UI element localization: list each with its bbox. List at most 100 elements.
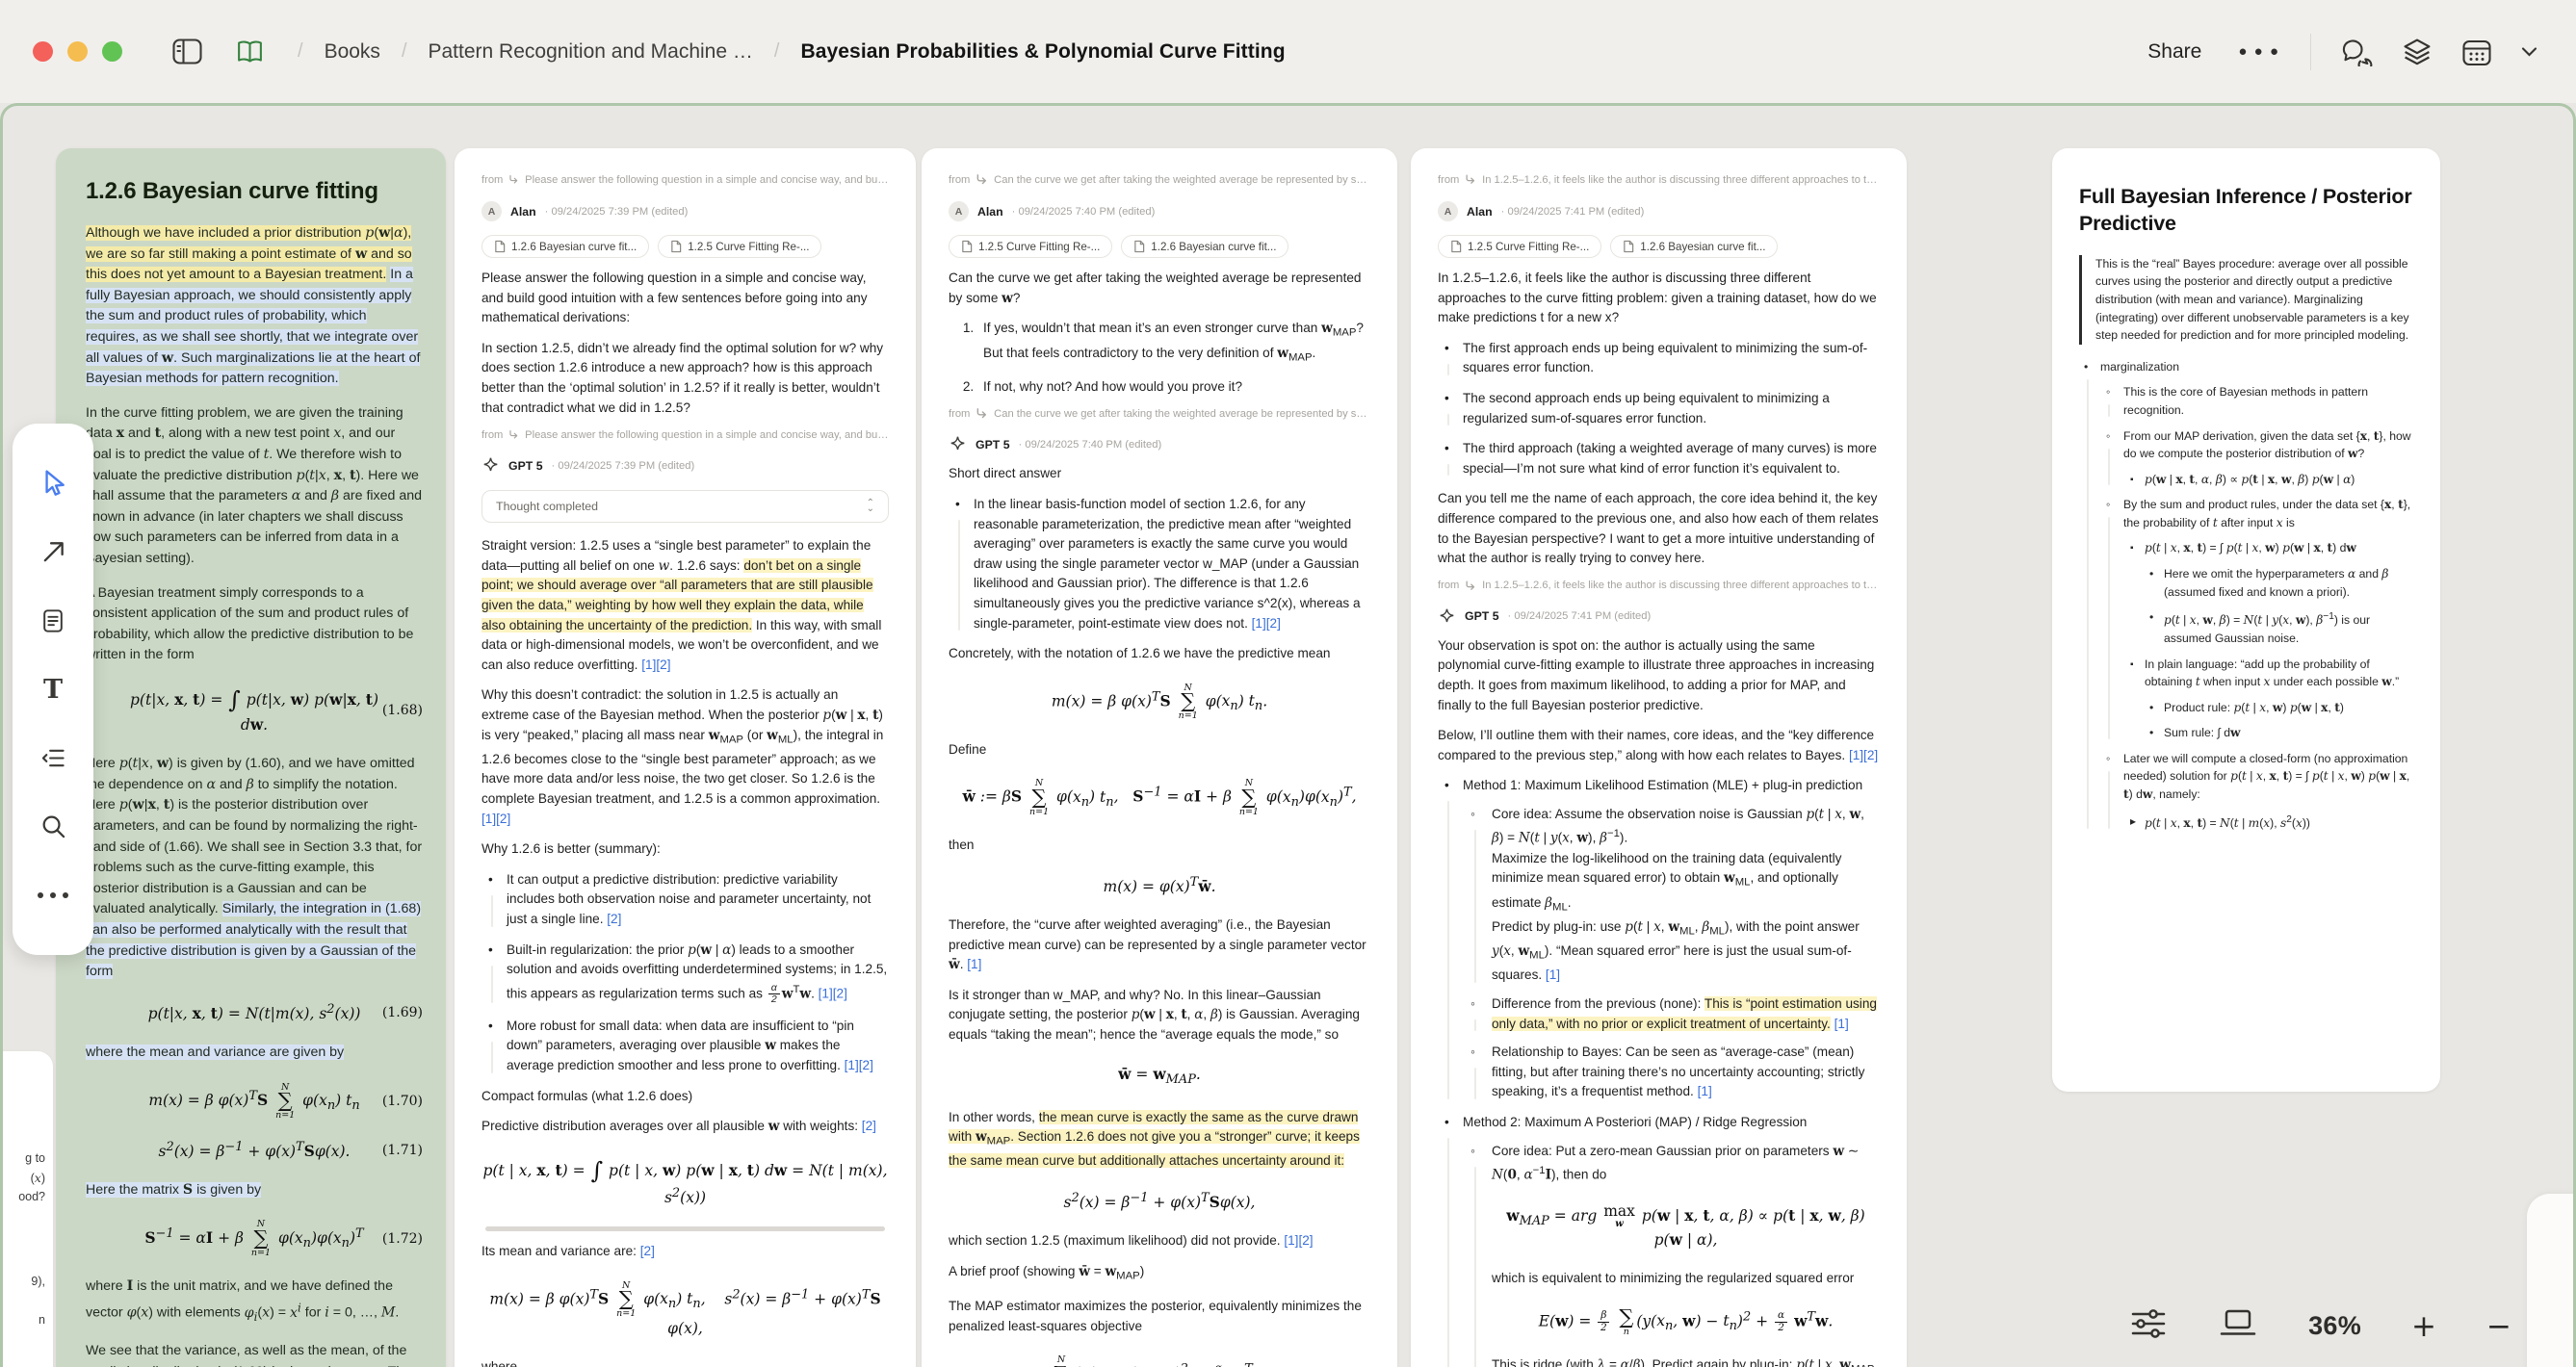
math-symbol: ∑ (275, 1083, 295, 1121)
message-header: A Alan · 09/24/2025 7:41 PM (edited) (1438, 201, 1880, 221)
list-item: From our MAP derivation, given the data … (2100, 427, 2413, 489)
math-symbol (1598, 1310, 1609, 1333)
thread-source-line[interactable]: from Please answer the following questio… (481, 428, 889, 441)
thread-source-line[interactable]: from Can the curve we get after taking t… (949, 407, 1370, 420)
citation-link[interactable]: [1] (1834, 1017, 1849, 1031)
display-settings-icon[interactable] (2129, 1306, 2168, 1346)
citation-link[interactable]: [2] (862, 1119, 876, 1133)
citation-link[interactable]: [1][2] (1849, 748, 1878, 762)
document-icon (494, 240, 506, 253)
branch-arrow-icon (508, 173, 519, 186)
chevron-down-icon[interactable] (2521, 46, 2537, 58)
note-tool-icon[interactable] (31, 599, 75, 643)
assistant-paragraph: Define (949, 740, 1370, 761)
more-options-icon[interactable]: ● ● ● (2238, 43, 2281, 60)
user-message: Can you tell me the name of each approac… (1438, 489, 1880, 568)
author-name: GPT 5 (1465, 609, 1499, 623)
outline-tool-icon[interactable] (31, 735, 75, 780)
doc-section-heading: 1.2.6 Bayesian curve fitting (86, 177, 423, 206)
highlight: Similarly, the integration in (1.68) can… (86, 901, 421, 979)
list-item: If not, why not? And how would you prove… (977, 377, 1370, 398)
note-card[interactable]: Full Bayesian Inference / Posterior Pred… (2052, 148, 2440, 1092)
citation-link[interactable]: [1][2] (1252, 616, 1281, 631)
citation-link[interactable]: [2] (607, 912, 621, 926)
author-name: GPT 5 (508, 459, 543, 473)
thread-source-line[interactable]: from In 1.2.5–1.2.6, it feels like the a… (1438, 173, 1880, 186)
citation-link[interactable]: [1][2] (481, 812, 510, 826)
chat-thread-1[interactable]: from Please answer the following questio… (455, 148, 916, 1367)
citation-link[interactable]: [1][2] (845, 1058, 873, 1072)
list-item: It can output a predictive distribution:… (481, 870, 889, 930)
chat-bubbles-icon[interactable] (2340, 38, 2373, 66)
list-item: The first approach ends up being equival… (1438, 339, 1880, 378)
horizontal-scrollbar[interactable] (485, 1226, 885, 1231)
zoom-level[interactable]: 36% (2308, 1311, 2361, 1341)
zoom-window-button[interactable] (102, 41, 122, 62)
search-tool-icon[interactable] (31, 805, 75, 849)
citation-link[interactable]: [1] (1698, 1084, 1712, 1098)
document-panel[interactable]: 1.2.6 Bayesian curve fitting Although we… (56, 148, 446, 1367)
book-library-icon[interactable] (235, 39, 265, 64)
more-tools-icon[interactable] (31, 873, 75, 917)
arrow-tool-icon[interactable] (31, 530, 75, 575)
context-chip[interactable]: 1.2.5 Curve Fitting Re-... (658, 235, 821, 258)
list-item: Here we omit the hyperparameters α and β… (2145, 565, 2413, 601)
chat-thread-2[interactable]: from Can the curve we get after taking t… (922, 148, 1397, 1367)
thread-source-line[interactable]: from Please answer the following questio… (481, 173, 889, 186)
close-window-button[interactable] (33, 41, 53, 62)
message-timestamp: · 09/24/2025 7:41 PM (edited) (1508, 610, 1652, 622)
citation-link[interactable]: [1][2] (819, 986, 847, 1000)
calendar-icon[interactable] (2461, 38, 2492, 66)
breadcrumb-page-title[interactable]: Bayesian Probabilities & Polynomial Curv… (800, 40, 1285, 64)
select-cursor-tool-icon[interactable] (31, 461, 75, 505)
breadcrumb-separator: / (402, 40, 407, 63)
sidebar-toggle-icon[interactable] (172, 39, 202, 64)
context-chip[interactable]: 1.2.5 Curve Fitting Re-... (1438, 235, 1601, 258)
assistant-paragraph: which section 1.2.5 (maximum likelihood)… (949, 1231, 1370, 1251)
text-tool-icon[interactable]: T (31, 667, 75, 711)
message-timestamp: · 09/24/2025 7:39 PM (edited) (545, 206, 689, 218)
present-device-icon[interactable] (2218, 1306, 2258, 1346)
breadcrumb-books[interactable]: Books (325, 40, 380, 64)
branch-arrow-icon (508, 428, 519, 441)
citation-link[interactable]: [1][2] (1284, 1233, 1313, 1248)
list-item: This is the core of Bayesian methods in … (2100, 383, 2413, 419)
equation: E(w) = ∑(y(xn, w) − tn)2 + wTw. (1492, 1308, 1880, 1336)
breadcrumb-book-title[interactable]: Pattern Recognition and Machine … (429, 40, 753, 64)
list-item: Sum rule: ∫ dw (2145, 724, 2413, 742)
equation: w̄ = wMAP. (949, 1065, 1370, 1089)
equation: p(t | x, x, t) = ∫ p(t | x, w) p(w | x, … (481, 1156, 889, 1207)
zoom-in-icon[interactable]: + (2411, 1309, 2436, 1344)
share-button[interactable]: Share (2147, 40, 2201, 64)
list-item: By the sum and product rules, under the … (2100, 496, 2413, 742)
citation-link[interactable]: [1][2] (641, 658, 670, 672)
context-chip[interactable]: 1.2.6 Bayesian curve fit... (481, 235, 649, 258)
chat-thread-3[interactable]: from In 1.2.5–1.2.6, it feels like the a… (1411, 148, 1907, 1367)
list-item: Built-in regularization: the prior p(w |… (481, 941, 889, 1006)
context-chip[interactable]: 1.2.6 Bayesian curve fit... (1610, 235, 1778, 258)
math-symbol: ∑ (1029, 779, 1049, 816)
highlight: This is “point estimation using only dat… (1492, 996, 1877, 1031)
layers-icon[interactable] (2402, 38, 2433, 66)
context-chip[interactable]: 1.2.6 Bayesian curve fit... (1121, 235, 1288, 258)
thread-source-line[interactable]: from In 1.2.5–1.2.6, it feels like the a… (1438, 580, 1880, 592)
math-symbol: ∫ (590, 1157, 605, 1184)
thread-source-line[interactable]: from Can the curve we get after taking t… (949, 173, 1370, 186)
citation-link[interactable]: [2] (640, 1244, 655, 1258)
note-title: Full Bayesian Inference / Posterior Pred… (2079, 183, 2413, 238)
context-chip[interactable]: 1.2.5 Curve Fitting Re-... (949, 235, 1112, 258)
offscreen-card-sliver[interactable]: g to (x) ood? 9), n (0, 1051, 53, 1367)
thought-collapsed-toggle[interactable]: Thought completed ⌃⌄ (481, 490, 889, 523)
clipped-text: (x) (31, 1171, 45, 1185)
tool-palette: T (13, 424, 93, 955)
highlight: Here the matrix S is given by (86, 1182, 261, 1198)
user-bullet-list: The first approach ends up being equival… (1438, 339, 1880, 479)
citation-link[interactable]: [1] (967, 957, 981, 971)
zoom-out-icon[interactable]: − (2486, 1309, 2511, 1344)
citation-link[interactable]: [1] (1546, 967, 1560, 982)
board-canvas[interactable]: g to (x) ood? 9), n 1.2.6 Bayesian curve… (0, 103, 2576, 1367)
clipped-text: g to (25, 1151, 45, 1165)
equation: ∑(y(xn, w) − tn)2 + wTw, (949, 1355, 1370, 1367)
minimize-window-button[interactable] (67, 41, 88, 62)
message-timestamp: · 09/24/2025 7:40 PM (edited) (1012, 206, 1156, 218)
